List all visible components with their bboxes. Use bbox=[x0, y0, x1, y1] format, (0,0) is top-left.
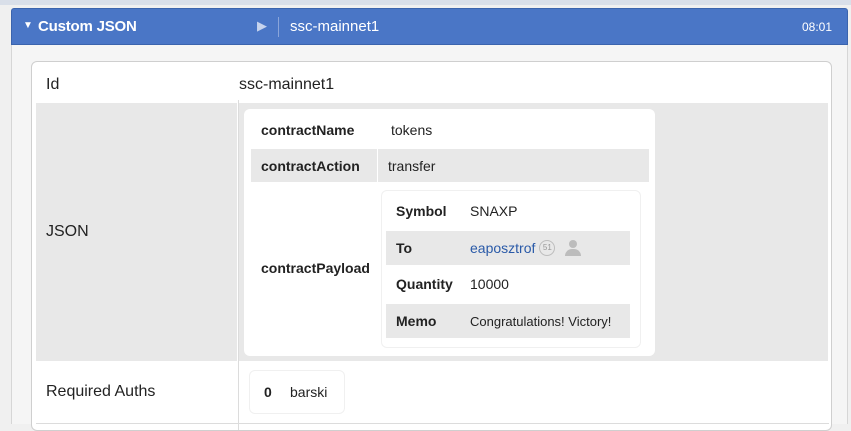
memo-key: Memo bbox=[386, 304, 460, 338]
to-key: To bbox=[386, 231, 460, 265]
contract-action-key: contractAction bbox=[251, 149, 377, 182]
operation-time: 08:01 bbox=[801, 20, 832, 34]
quantity-value: 10000 bbox=[470, 276, 509, 292]
id-label: Id bbox=[46, 75, 60, 93]
header-divider bbox=[278, 17, 279, 37]
quantity-key: Quantity bbox=[396, 276, 453, 292]
operation-details-card: Id ssc-mainnet1 JSON contractName tokens… bbox=[31, 61, 832, 431]
json-table: contractName tokens contractAction trans… bbox=[244, 109, 655, 356]
id-value: ssc-mainnet1 bbox=[239, 75, 335, 93]
contract-payload-key: contractPayload bbox=[261, 259, 370, 276]
caret-down-icon[interactable]: ▼ bbox=[23, 20, 33, 31]
operation-type-title: Custom JSON bbox=[38, 18, 137, 35]
contract-action-value: transfer bbox=[378, 149, 649, 182]
to-account-link[interactable]: eaposztrof bbox=[470, 240, 535, 256]
play-icon[interactable]: ▶ bbox=[257, 18, 267, 34]
top-border bbox=[0, 0, 851, 5]
operation-id-title: ssc-mainnet1 bbox=[290, 18, 380, 35]
column-divider bbox=[238, 100, 239, 430]
required-auths-label: Required Auths bbox=[46, 383, 156, 400]
user-avatar-icon[interactable] bbox=[564, 240, 582, 256]
required-auths-table: 0 barski bbox=[249, 370, 345, 414]
symbol-key: Symbol bbox=[396, 203, 447, 219]
auth-account: barski bbox=[290, 384, 328, 400]
payload-table: Symbol SNAXP To eaposztrof 51 Quantity 1… bbox=[381, 190, 641, 348]
symbol-value: SNAXP bbox=[470, 203, 518, 219]
operation-panel-header[interactable]: ▼ Custom JSON ▶ ssc-mainnet1 08:01 bbox=[11, 8, 848, 45]
reputation-badge: 51 bbox=[539, 240, 556, 256]
contract-name-key: contractName bbox=[261, 122, 355, 138]
memo-value: Congratulations! Victory! bbox=[460, 304, 630, 338]
contract-name-value: tokens bbox=[391, 122, 433, 138]
to-value-cell: eaposztrof 51 bbox=[460, 231, 630, 265]
json-label: JSON bbox=[36, 103, 237, 361]
